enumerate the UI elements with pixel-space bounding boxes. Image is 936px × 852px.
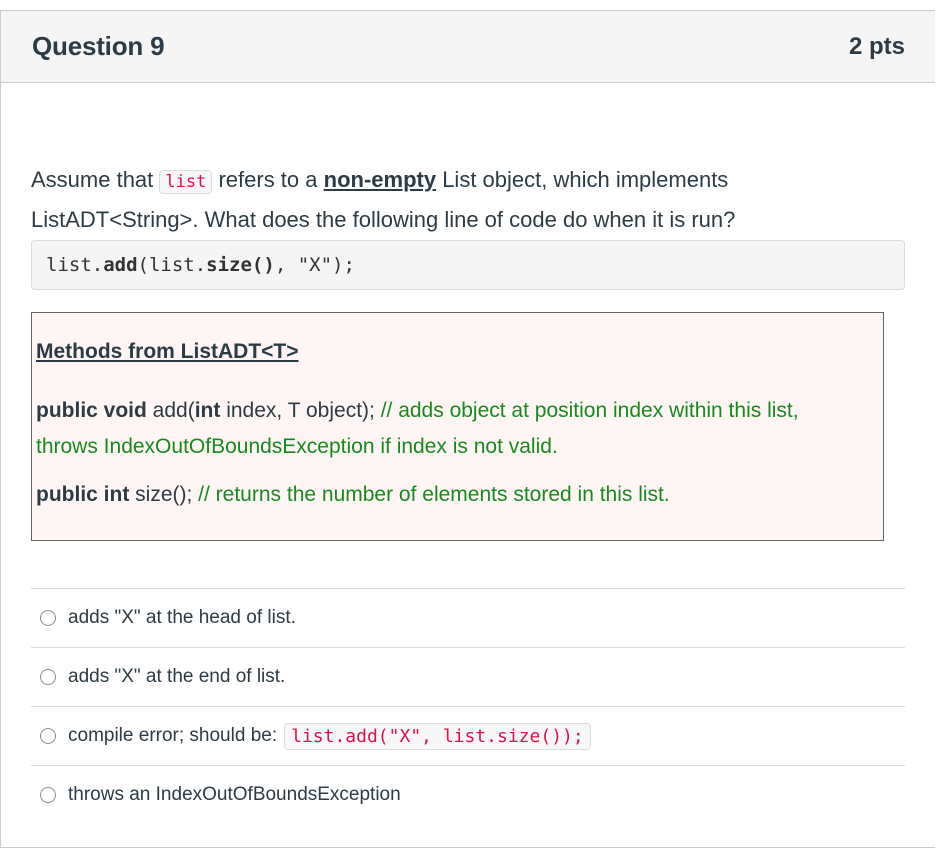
prompt-text: Assume that [31, 167, 160, 192]
method-signature: size(); [129, 483, 199, 506]
answer-list: adds "X" at the head of list. adds "X" a… [31, 588, 905, 824]
answer-label[interactable]: compile error; should be: [68, 725, 277, 747]
methods-title: Methods from ListADT<T> [36, 340, 299, 363]
question-points: 2 pts [848, 32, 905, 60]
method-signature: add( [146, 399, 195, 422]
method-keyword: public void [36, 399, 147, 422]
radio-button[interactable] [40, 787, 56, 803]
prompt-emphasis: non-empty [323, 167, 437, 192]
code-block: list. add (list. size(), "X"); [31, 240, 905, 290]
question-prompt: Assume that list refers to a non-empty L… [31, 161, 891, 238]
answer-inline-code: list.add("X", list.size()); [284, 722, 591, 750]
question-card: Question 9 2 pts Assume that list refers… [0, 10, 935, 848]
question-title: Question 9 [32, 31, 165, 61]
answer-option[interactable]: adds "X" at the head of list. [31, 588, 905, 647]
answer-label[interactable]: throws an IndexOutOfBoundsException [68, 784, 401, 806]
method-keyword: public int [36, 483, 130, 506]
method-add: public void add(int index, T object); //… [36, 393, 866, 465]
radio-button[interactable] [40, 728, 56, 744]
radio-button[interactable] [40, 610, 56, 626]
code-keyword: size() [206, 254, 275, 276]
answer-option[interactable]: throws an IndexOutOfBoundsException [31, 765, 905, 824]
code-segment: , "X"); [274, 254, 355, 276]
radio-button[interactable] [40, 669, 56, 685]
method-signature: index, T object); [220, 399, 381, 422]
question-header: Question 9 2 pts [1, 11, 935, 83]
answer-option[interactable]: compile error; should be: list.add("X", … [31, 706, 905, 765]
prompt-text: refers to a [212, 167, 324, 192]
method-keyword: int [194, 399, 221, 422]
answer-option[interactable]: adds "X" at the end of list. [31, 647, 905, 706]
method-comment: // returns the number of elements stored… [198, 483, 670, 506]
prompt-inline-code: list [159, 170, 213, 194]
code-segment: (list. [137, 254, 207, 276]
code-segment: list. [46, 254, 104, 276]
method-size: public int size(); // returns the number… [36, 483, 866, 507]
answer-label[interactable]: adds "X" at the head of list. [68, 607, 296, 629]
methods-box: Methods from ListADT<T> public void add(… [31, 312, 884, 541]
answer-label[interactable]: adds "X" at the end of list. [68, 666, 285, 688]
code-keyword: add [103, 254, 138, 276]
